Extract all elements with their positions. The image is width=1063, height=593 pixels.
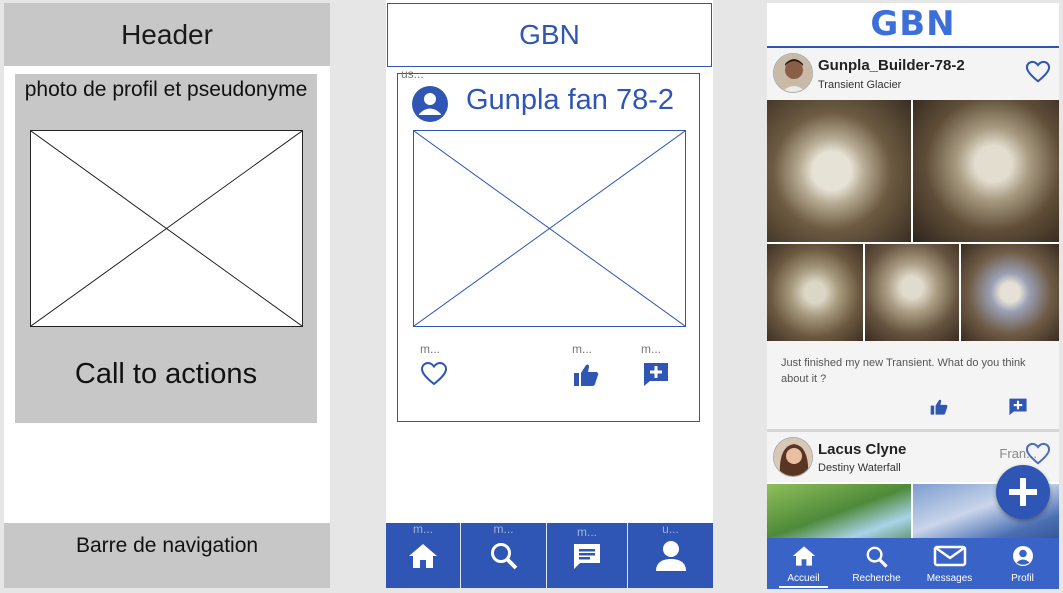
feed-post: Gunpla_Builder-78-2 Transient Glacier Ju… [767,48,1059,476]
tab-label: Accueil [787,573,820,584]
post-photo[interactable] [767,244,863,341]
like-stub: m... [420,342,440,356]
bottom-nav: m... m... m... u... [386,522,713,588]
nav-search-stub: m... [493,522,514,536]
thumbs-up-icon[interactable] [929,398,949,416]
avatar-photo [774,438,812,476]
nav-profile-stub: u... [662,522,679,536]
home-icon [409,543,437,568]
post-photo[interactable] [913,100,1059,242]
add-comment-icon[interactable] [1008,397,1028,416]
avatar[interactable] [773,437,813,477]
image-placeholder [413,130,686,327]
tab-label: Messages [926,573,973,584]
comment-stub: m... [641,342,661,356]
wireframe-header: Header [4,3,330,66]
post-username[interactable]: Gunpla_Builder-78-2 [818,57,965,74]
nav-search[interactable]: m... [460,522,546,588]
add-post-button[interactable] [996,465,1050,519]
wireframe-cta-label: Call to actions [74,358,258,390]
active-tab-indicator [779,586,828,588]
search-icon [490,542,517,569]
post-username[interactable]: Lacus Clyne [818,441,906,458]
nav-home-stub: m... [413,522,433,536]
post-photo-grid [767,100,1059,341]
tab-messages[interactable]: Messages [913,538,986,589]
tab-label: Profil [1011,573,1034,584]
wireframe-card-caption: photo de profil et pseudonyme [24,78,308,101]
tab-accueil[interactable]: Accueil [767,538,840,589]
post-card: us... Gunpla fan 78-2 m... m... m... [397,67,700,422]
post-header: Gunpla_Builder-78-2 Transient Glacier [767,48,1059,100]
app-header: GBN [387,3,712,67]
tab-profil[interactable]: Profil [986,538,1059,589]
post-photo[interactable] [865,244,959,341]
post-kit-name: Destiny Waterfall [818,462,901,474]
heart-icon[interactable] [1025,442,1051,466]
post-photo[interactable] [961,244,1059,341]
placeholder-cross-icon [30,130,303,327]
nav-home[interactable]: m... [386,522,460,588]
tab-recherche[interactable]: Recherche [840,538,913,589]
wireframe-nav-bar: Barre de navigation [4,523,330,588]
tab-label: Recherche [852,573,901,584]
mail-icon [933,545,966,567]
nav-messages-stub: m... [577,525,597,539]
avatar[interactable] [773,53,813,93]
wireframe-post-card: photo de profil et pseudonyme Call to ac… [15,74,317,423]
mockup-panel: GBN Gunpla_Builder-78-2 Transient Glacie… [767,3,1059,589]
post-caption: Just finished my new Transient. What do … [781,357,1026,385]
profile-icon [655,540,686,571]
app-logo: GBN [870,4,956,44]
plus-icon [1009,478,1037,506]
post-photo[interactable] [767,100,911,242]
wireframe-grey-panel: Header photo de profil et pseudonyme Cal… [4,3,330,588]
add-comment-icon[interactable] [642,361,670,387]
thumbs-up-icon[interactable] [572,362,600,388]
user-avatar-icon[interactable] [412,86,448,122]
heart-icon[interactable] [420,361,448,387]
card-top-stub: us... [401,67,424,81]
image-placeholder [30,130,303,327]
bottom-tab-bar: Accueil Recherche Messages Profil [767,538,1059,589]
home-icon [792,546,815,566]
avatar-photo [774,54,812,92]
post-kit-name: Transient Glacier [818,79,902,91]
nav-profile[interactable]: u... [627,522,713,588]
wireframe-blue-panel: GBN us... Gunpla fan 78-2 m... m... m... [386,0,713,588]
placeholder-cross-icon [413,130,686,327]
message-icon [574,543,600,569]
nav-messages[interactable]: m... [546,523,627,588]
search-icon [866,546,888,568]
post-username[interactable]: Gunpla fan 78-2 [466,84,674,117]
account-circle-icon [1012,546,1033,566]
heart-icon[interactable] [1025,60,1051,84]
thumb-stub: m... [572,342,592,356]
